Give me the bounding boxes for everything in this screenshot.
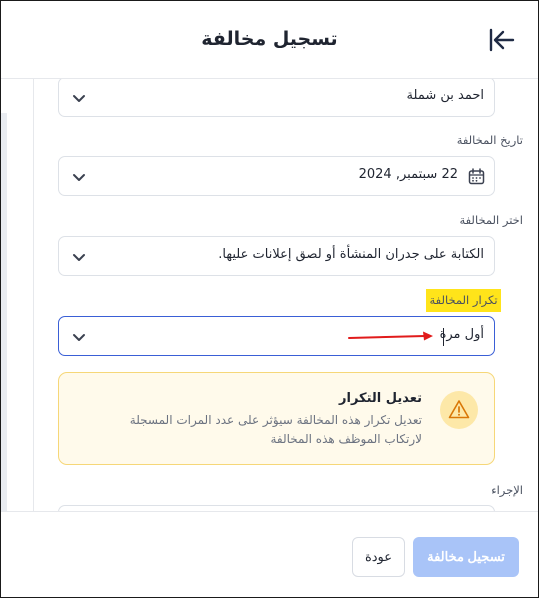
app-frame: تسجيل مخالفة احمد بن شملة تاريخ المخالفة… (0, 0, 539, 598)
background-panel-edge (1, 113, 7, 511)
form-scroll-area[interactable]: احمد بن شملة تاريخ المخالفة 22 سبتمبر, 2… (33, 79, 523, 511)
violation-select[interactable]: الكتابة على جدران المنشأة أو لصق إعلانات… (58, 236, 495, 276)
collapse-arrow-icon[interactable] (488, 27, 516, 53)
violation-value: الكتابة على جدران المنشأة أو لصق إعلانات… (218, 247, 484, 262)
violation-label: اختر المخالفة (459, 213, 523, 227)
repetition-label: تكرار المخالفة (426, 289, 501, 312)
chevron-down-icon (71, 249, 87, 265)
calendar-icon (468, 168, 485, 185)
text-cursor (443, 328, 444, 346)
chevron-down-icon (71, 169, 87, 185)
modal-header: تسجيل مخالفة (1, 1, 538, 79)
chevron-down-icon (71, 90, 87, 106)
modal-footer: تسجيل مخالفة عودة (1, 511, 538, 597)
back-button[interactable]: عودة (352, 537, 405, 577)
repetition-select[interactable]: أول مرة (58, 316, 495, 356)
employee-select[interactable]: احمد بن شملة (58, 79, 495, 117)
repetition-warning-callout: تعديل التكرار تعديل تكرار هذه المخالفة س… (58, 372, 495, 465)
warning-title: تعديل التكرار (339, 391, 422, 406)
violation-date-label: تاريخ المخالفة (456, 133, 523, 147)
warning-description: تعديل تكرار هذه المخالفة سيؤثر على عدد ا… (129, 413, 422, 446)
page-title: تسجيل مخالفة (201, 28, 338, 50)
violation-date-value: 22 سبتمبر, 2024 (358, 167, 458, 182)
red-arrow-annotation (347, 329, 435, 343)
violation-date-picker[interactable]: 22 سبتمبر, 2024 (58, 156, 495, 196)
repetition-value: أول مرة (439, 327, 484, 342)
chevron-down-icon (71, 329, 87, 345)
warning-icon (440, 391, 478, 429)
submit-violation-button[interactable]: تسجيل مخالفة (413, 537, 519, 577)
employee-value: احمد بن شملة (406, 88, 484, 103)
action-label: الإجراء (491, 483, 523, 497)
